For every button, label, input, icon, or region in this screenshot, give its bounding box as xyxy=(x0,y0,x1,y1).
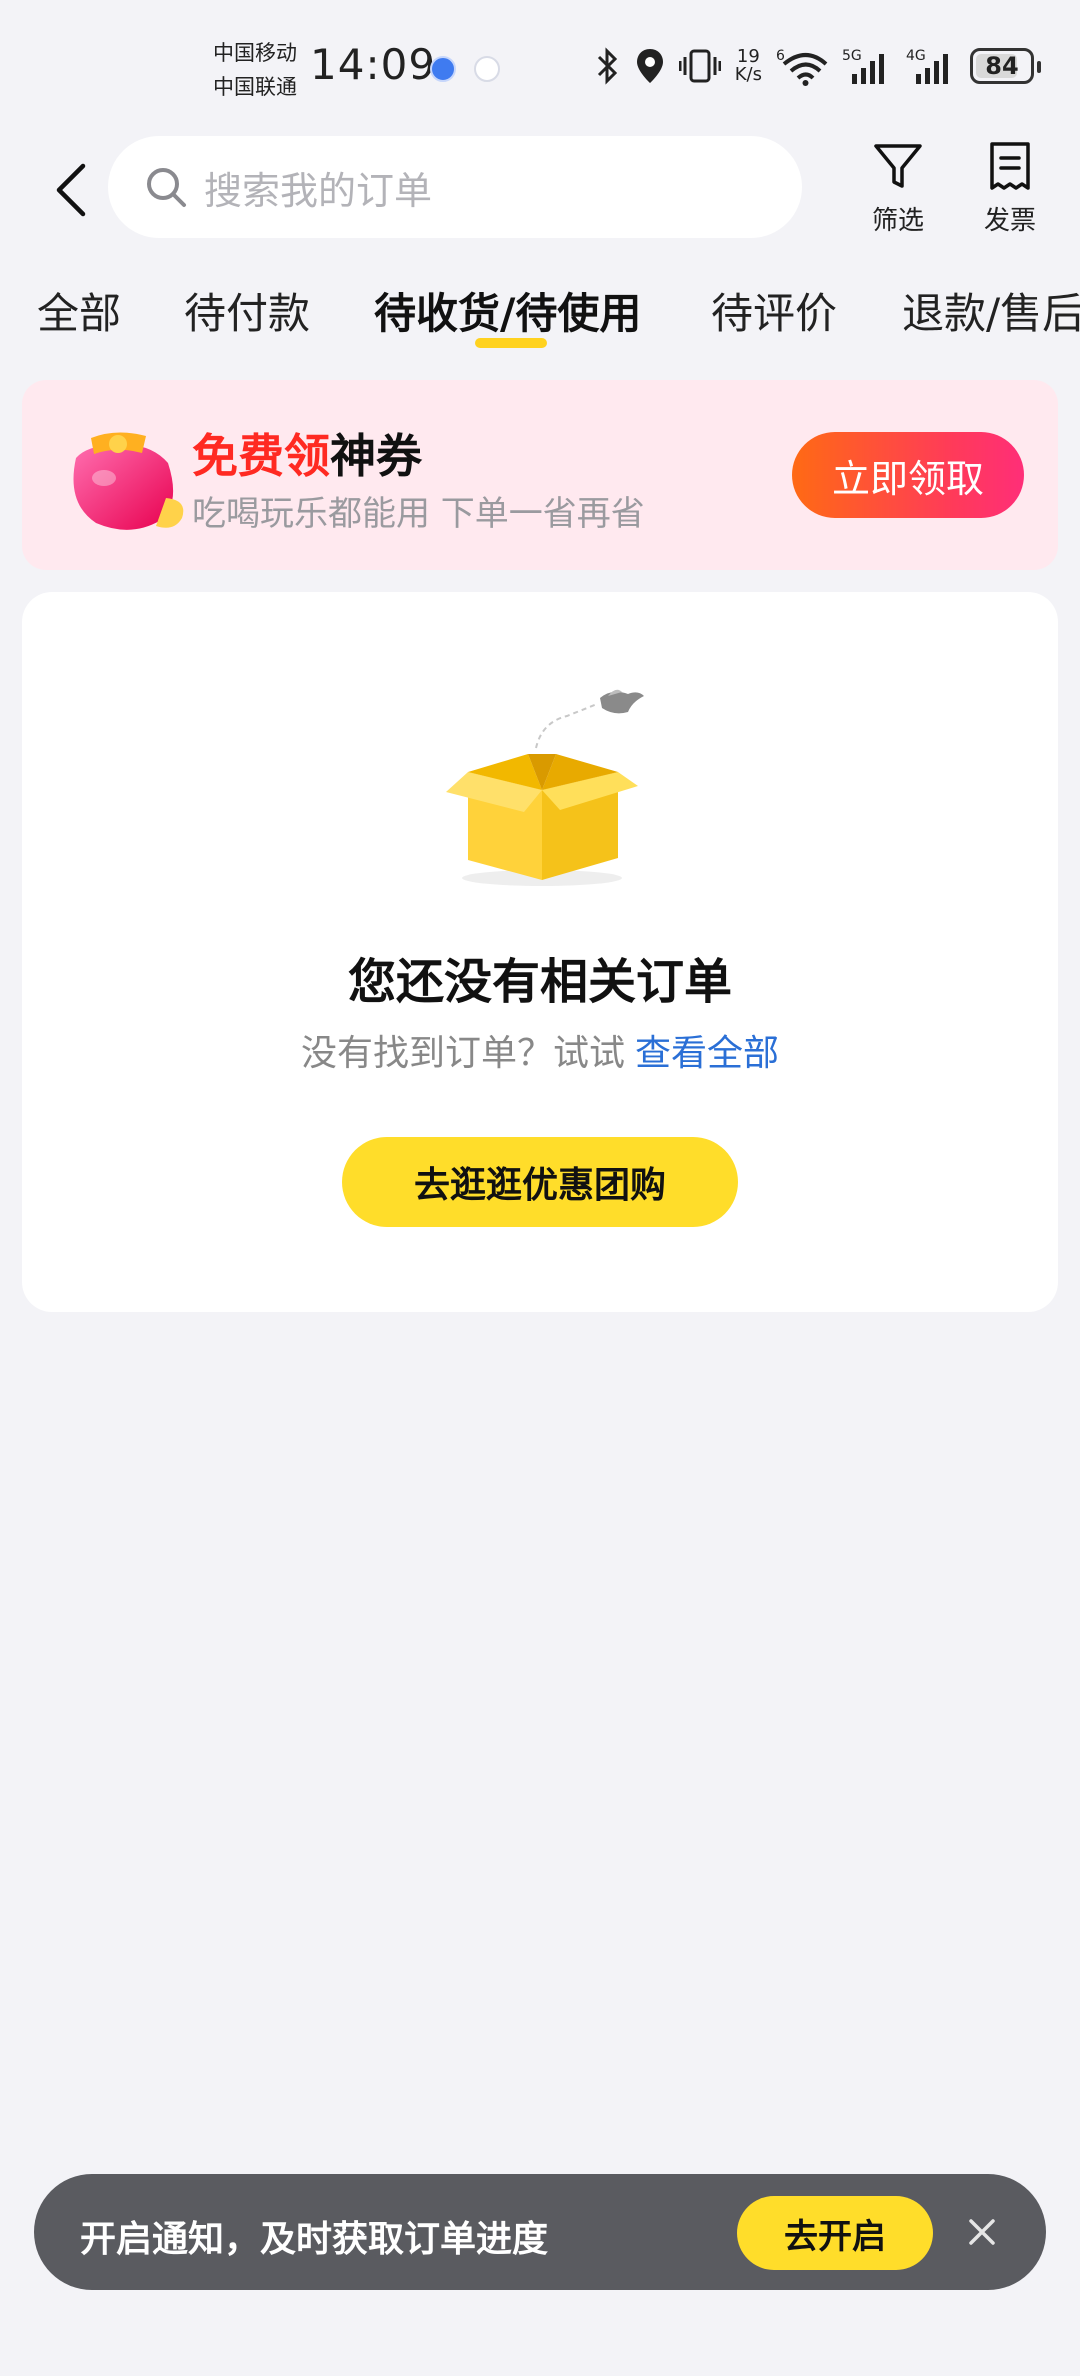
enable-notification-button[interactable]: 去开启 xyxy=(737,2196,933,2270)
speed-unit: K/s xyxy=(734,64,762,85)
close-icon xyxy=(969,2219,995,2245)
back-button[interactable] xyxy=(40,155,100,225)
vibrate-icon xyxy=(678,49,721,83)
search-input[interactable]: 搜索我的订单 xyxy=(108,136,802,238)
coupon-pouch-icon xyxy=(73,432,184,530)
tab-refund[interactable]: 退款/售后 xyxy=(902,280,1080,341)
location-icon xyxy=(636,49,663,83)
svg-text:5G: 5G xyxy=(842,48,862,64)
carrier-1: 中国移动 xyxy=(213,41,297,65)
wifi-icon: 6 xyxy=(776,48,828,86)
message-app-icon xyxy=(474,56,500,82)
coupon-banner[interactable]: 免费领神券 吃喝玩乐都能用 下单一省再省 立即领取 xyxy=(22,380,1058,570)
voice-app-icon xyxy=(430,56,456,82)
empty-box-illustration xyxy=(446,689,644,886)
filter-label: 筛选 xyxy=(871,206,924,236)
active-tab-indicator xyxy=(475,338,547,348)
view-all-link[interactable]: 查看全部 xyxy=(635,1033,779,1074)
notification-toast: 开启通知，及时获取订单进度 去开启 xyxy=(34,2174,1046,2290)
empty-orders-card: 您还没有相关订单 没有找到订单？试试 查看全部 去逛逛优惠团购 xyxy=(22,592,1058,1312)
orders-screen: 中国移动 中国联通 14:09 19 K/s 6 5G 4G 84 搜索我的订单… xyxy=(0,0,1080,2376)
tab-pending-payment[interactable]: 待付款 xyxy=(184,280,310,341)
signal-5g-icon: 5G xyxy=(842,48,884,84)
chevron-left-icon xyxy=(56,163,86,217)
tab-pending-review[interactable]: 待评价 xyxy=(711,280,837,341)
battery-level: 84 xyxy=(985,52,1019,80)
filter-icon xyxy=(874,144,922,188)
network-speed: 19 K/s xyxy=(735,48,762,84)
header: 搜索我的订单 筛选 发票 xyxy=(0,130,1080,250)
empty-hint-text: 没有找到订单？试试 xyxy=(300,1033,625,1074)
clock: 14:09 xyxy=(310,40,437,89)
tab-all[interactable]: 全部 xyxy=(37,280,121,341)
system-icons: 19 K/s 6 5G 4G 84 xyxy=(595,44,1041,88)
tab-pending-receipt[interactable]: 待收货/待使用 xyxy=(374,280,641,341)
search-placeholder: 搜索我的订单 xyxy=(204,168,433,213)
status-bar: 中国移动 中国联通 14:09 19 K/s 6 5G 4G 84 xyxy=(0,0,1080,130)
notification-text: 开启通知，及时获取订单进度 xyxy=(80,2219,549,2260)
invoice-button[interactable]: 发票 xyxy=(965,140,1055,237)
order-tabs: 全部 待付款 待收货/待使用 待评价 退款/售后 xyxy=(0,270,1080,350)
coupon-subtitle: 吃喝玩乐都能用 下单一省再省 xyxy=(192,494,645,534)
filter-button[interactable]: 筛选 xyxy=(853,140,943,237)
empty-hint: 没有找到订单？试试 查看全部 xyxy=(22,1024,1058,1076)
carrier-2: 中国联通 xyxy=(213,75,297,99)
close-notification-button[interactable] xyxy=(958,2208,1006,2256)
svg-text:4G: 4G xyxy=(906,48,926,64)
coupon-title-highlight: 免费领 xyxy=(192,429,330,483)
signal-4g-icon: 4G xyxy=(906,48,948,84)
svg-text:6: 6 xyxy=(776,48,785,64)
browse-deals-button[interactable]: 去逛逛优惠团购 xyxy=(342,1137,738,1227)
claim-coupon-button[interactable]: 立即领取 xyxy=(792,432,1024,518)
invoice-label: 发票 xyxy=(983,206,1036,236)
bluetooth-icon xyxy=(597,47,617,85)
battery-indicator: 84 xyxy=(970,48,1041,84)
invoice-icon xyxy=(990,142,1030,190)
empty-title: 您还没有相关订单 xyxy=(347,954,732,1010)
carrier-info: 中国移动 中国联通 xyxy=(213,36,297,104)
coupon-title-rest: 神券 xyxy=(330,429,422,483)
search-icon xyxy=(147,168,186,207)
coupon-title: 免费领神券 xyxy=(192,420,422,486)
